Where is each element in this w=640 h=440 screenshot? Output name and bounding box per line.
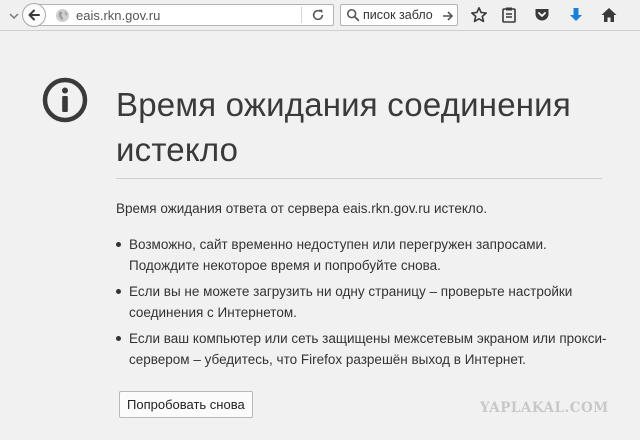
go-arrow-icon[interactable] xyxy=(442,9,454,25)
list-item: Если ваш компьютер или сеть защищены меж… xyxy=(116,328,616,370)
browser-toolbar: eais.rkn.gov.ru писок забло xyxy=(0,0,640,31)
home-icon[interactable] xyxy=(600,6,618,24)
back-icon xyxy=(28,9,40,21)
search-input[interactable]: писок забло xyxy=(363,8,433,22)
search-bar[interactable]: писок забло xyxy=(340,4,458,26)
error-description: Время ожидания ответа от сервера eais.rk… xyxy=(116,201,488,216)
page-title: Время ожидания соединения истекло xyxy=(116,86,571,168)
list-item: Возможно, сайт временно недоступен или п… xyxy=(116,234,616,276)
suggestion-list: Возможно, сайт временно недоступен или п… xyxy=(116,234,616,375)
reading-list-icon[interactable] xyxy=(500,6,518,24)
reload-icon[interactable] xyxy=(311,8,325,27)
retry-button[interactable]: Попробовать снова xyxy=(119,391,253,418)
url-separator xyxy=(301,7,302,23)
pocket-icon[interactable] xyxy=(533,6,551,24)
globe-icon[interactable] xyxy=(55,8,70,28)
dropmarker-icon[interactable] xyxy=(8,9,20,21)
list-item: Если вы не можете загрузить ни одну стра… xyxy=(116,281,616,323)
title-divider xyxy=(116,178,602,179)
info-icon xyxy=(42,77,88,128)
watermark: YAPLAKAL.COM xyxy=(480,400,609,416)
back-button[interactable] xyxy=(22,3,46,27)
download-icon[interactable] xyxy=(567,6,585,24)
url-text[interactable]: eais.rkn.gov.ru xyxy=(76,8,160,23)
url-bar[interactable]: eais.rkn.gov.ru xyxy=(38,4,334,26)
star-icon[interactable] xyxy=(470,6,488,24)
search-icon[interactable] xyxy=(346,8,360,25)
